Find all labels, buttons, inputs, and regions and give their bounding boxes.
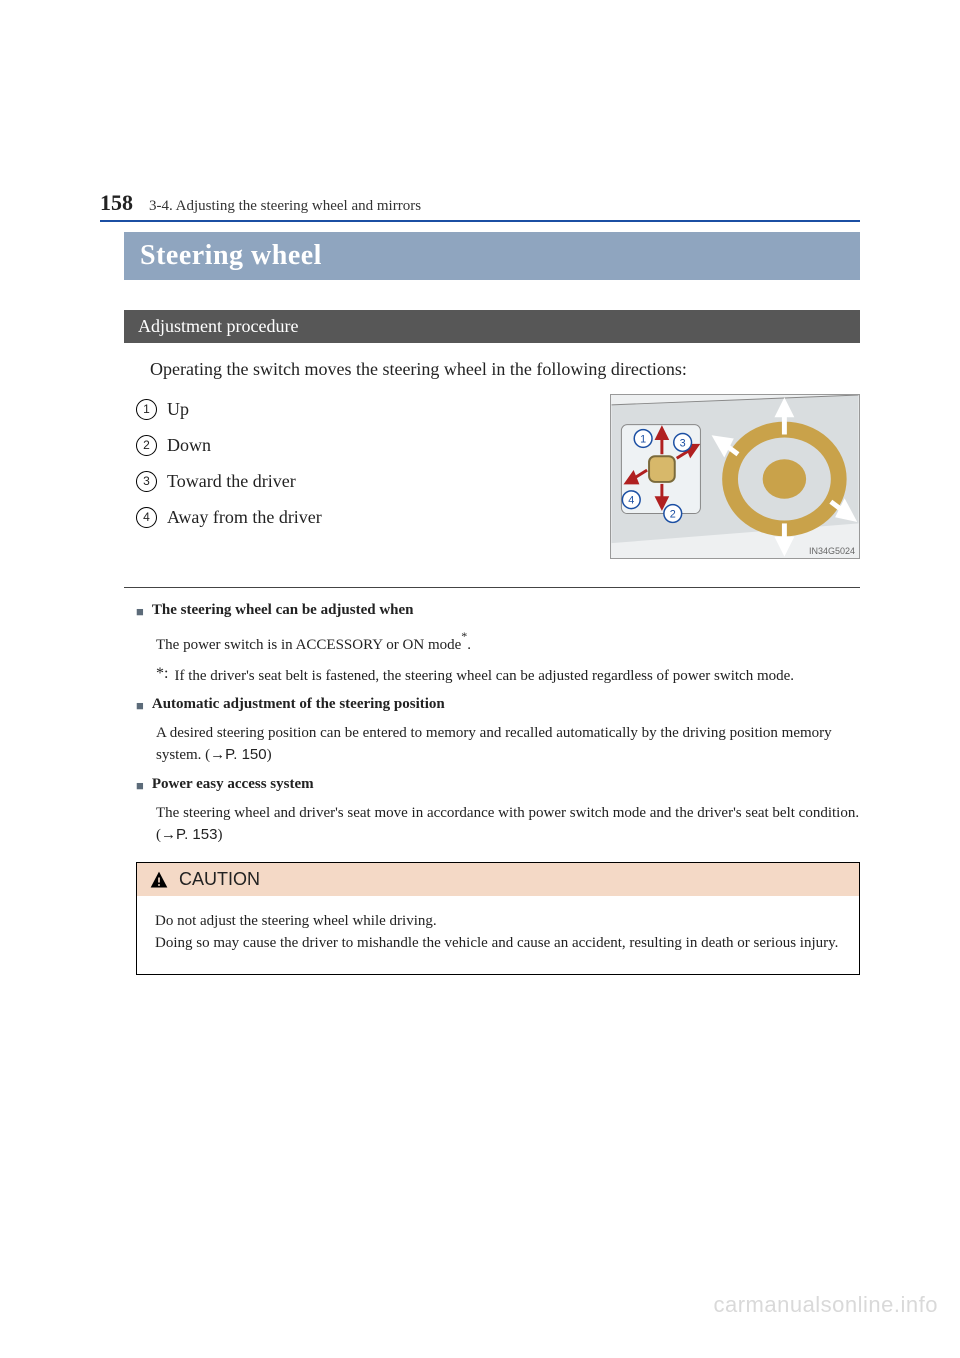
svg-text:1: 1 (640, 433, 646, 445)
footnote: *: If the driver's seat belt is fastened… (156, 666, 860, 686)
caution-line: Do not adjust the steering wheel while d… (155, 910, 841, 932)
note-heading: ■ Automatic adjustment of the steering p… (136, 696, 860, 716)
divider (124, 587, 860, 588)
direction-label: Away from the driver (167, 502, 322, 532)
subsection-title: Adjustment procedure (124, 310, 860, 343)
direction-list: 1 Up 2 Down 3 Toward the driver 4 Away f… (136, 394, 590, 559)
list-item: 1 Up (136, 394, 590, 424)
list-item: 4 Away from the driver (136, 502, 590, 532)
note-heading: ■ The steering wheel can be adjusted whe… (136, 602, 860, 622)
caution-header: CAUTION (137, 863, 859, 896)
note-body: The power switch is in ACCESSORY or ON m… (156, 628, 860, 656)
step-badge: 4 (136, 507, 157, 528)
page-xref: →P. 153 (161, 826, 217, 843)
note-title-text: The steering wheel can be adjusted when (152, 602, 414, 622)
caution-box: CAUTION Do not adjust the steering wheel… (136, 862, 860, 975)
illustration-code: IN34G5024 (809, 546, 855, 556)
bullet-icon: ■ (136, 602, 144, 622)
steering-illustration: 1 2 3 4 IN34G5024 (610, 394, 860, 559)
bullet-icon: ■ (136, 696, 144, 716)
direction-label: Up (167, 394, 189, 424)
caution-label: CAUTION (179, 869, 260, 890)
page-xref: →P. 150 (210, 746, 266, 763)
intro-text: Operating the switch moves the steering … (150, 359, 860, 380)
step-badge: 3 (136, 471, 157, 492)
note-body: A desired steering position can be enter… (156, 722, 860, 766)
caution-body: Do not adjust the steering wheel while d… (137, 896, 859, 974)
section-path: 3-4. Adjusting the steering wheel and mi… (149, 198, 421, 215)
direction-block: 1 Up 2 Down 3 Toward the driver 4 Away f… (136, 394, 860, 559)
direction-label: Toward the driver (167, 466, 296, 496)
watermark: carmanualsonline.info (713, 1292, 938, 1318)
warning-icon (149, 870, 169, 890)
footnote-marker: * (461, 629, 467, 643)
step-badge: 1 (136, 399, 157, 420)
note-title-text: Power easy access system (152, 776, 314, 796)
note-title-text: Automatic adjustment of the steering pos… (152, 696, 445, 716)
direction-label: Down (167, 430, 211, 460)
running-header: 158 3-4. Adjusting the steering wheel an… (100, 190, 860, 222)
list-item: 2 Down (136, 430, 590, 460)
footnote-star: *: (156, 664, 168, 684)
step-badge: 2 (136, 435, 157, 456)
note-heading: ■ Power easy access system (136, 776, 860, 796)
bullet-icon: ■ (136, 776, 144, 796)
page-number: 158 (100, 190, 133, 216)
list-item: 3 Toward the driver (136, 466, 590, 496)
svg-text:2: 2 (670, 508, 676, 520)
notes-block: ■ The steering wheel can be adjusted whe… (136, 602, 860, 846)
page-title: Steering wheel (124, 232, 860, 280)
svg-text:4: 4 (628, 495, 634, 507)
caution-line: Doing so may cause the driver to mishand… (155, 932, 841, 954)
svg-text:3: 3 (680, 437, 686, 449)
note-body: The steering wheel and driver's seat mov… (156, 802, 860, 846)
